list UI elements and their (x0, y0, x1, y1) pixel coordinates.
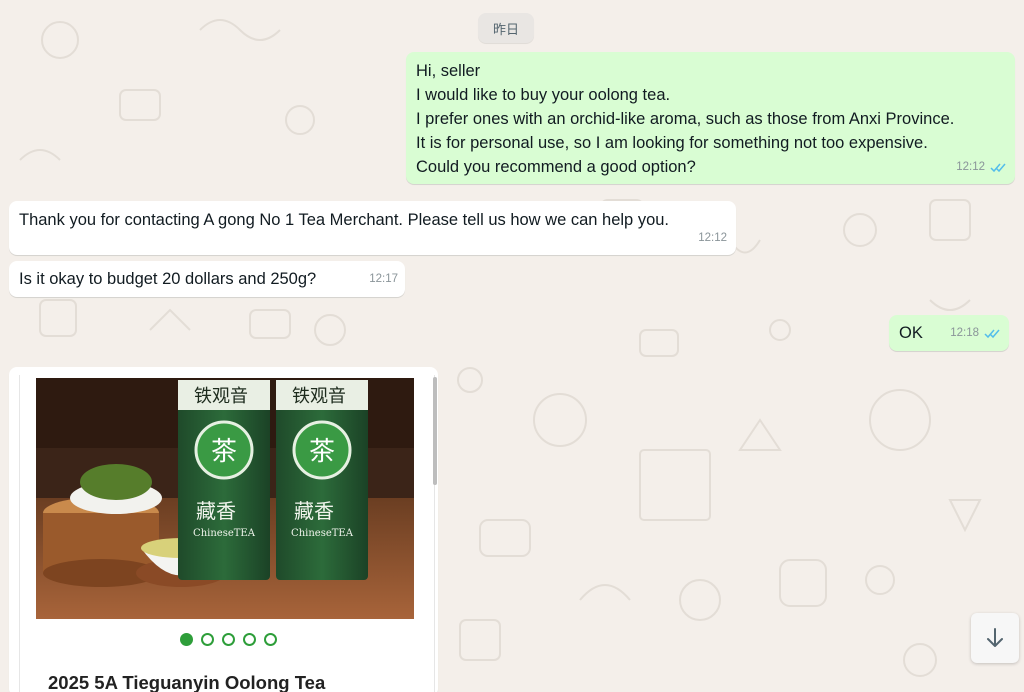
tea-product-photo: 茶 茶 铁观音 铁观音 藏香 藏香 ChineseTEA ChineseTEA (36, 378, 414, 619)
message-meta: 12:17 (369, 267, 398, 291)
message-meta: 12:12 (698, 226, 727, 250)
scroll-to-bottom-button[interactable] (971, 613, 1019, 663)
package-english: ChineseTEA (193, 528, 256, 539)
outgoing-message-bubble[interactable]: Hi, seller I would like to buy your oolo… (406, 52, 1015, 184)
message-text-line: I would like to buy your oolong tea. (416, 86, 671, 104)
package-seal-text: 茶 (211, 437, 237, 467)
package-english: ChineseTEA (291, 528, 354, 539)
package-label: 铁观音 (292, 386, 346, 407)
message-meta: 12:12 (956, 155, 1006, 179)
arrow-down-icon (987, 628, 1003, 647)
message-text-line: I prefer ones with an orchid-like aroma,… (416, 110, 955, 128)
message-text-line: Hi, seller (416, 62, 481, 80)
date-divider: 昨日 (478, 13, 534, 43)
product-card-message[interactable]: 茶 茶 铁观音 铁观音 藏香 藏香 ChineseTEA ChineseTEA … (9, 367, 438, 692)
message-time: 12:18 (950, 327, 979, 339)
message-time: 12:12 (698, 232, 727, 244)
product-title[interactable]: 2025 5A Tieguanyin Oolong Tea (48, 672, 325, 692)
incoming-message-bubble[interactable]: Is it okay to budget 20 dollars and 250g… (9, 261, 405, 297)
message-time: 12:12 (956, 161, 985, 173)
package-subtitle: 藏香 (294, 499, 334, 523)
outgoing-message-bubble[interactable]: OK 12:18 (889, 315, 1009, 351)
message-text-line: It is for personal use, so I am looking … (416, 134, 928, 152)
carousel-dot[interactable] (180, 633, 193, 646)
package-subtitle: 藏香 (196, 499, 236, 523)
package-label: 铁观音 (194, 386, 248, 407)
product-preview: 茶 茶 铁观音 铁观音 藏香 藏香 ChineseTEA ChineseTEA … (19, 375, 437, 692)
product-image[interactable]: 茶 茶 铁观音 铁观音 藏香 藏香 ChineseTEA ChineseTEA (36, 378, 414, 619)
message-text: Is it okay to budget 20 dollars and 250g… (19, 270, 317, 288)
message-time: 12:17 (369, 273, 398, 285)
package-seal-text: 茶 (309, 437, 335, 467)
carousel-dot[interactable] (264, 633, 277, 646)
carousel-dot[interactable] (243, 633, 256, 646)
message-meta: 12:18 (950, 321, 1000, 345)
incoming-message-bubble[interactable]: Thank you for contacting A gong No 1 Tea… (9, 201, 736, 255)
carousel-dot[interactable] (201, 633, 214, 646)
double-check-icon (990, 163, 1006, 172)
double-check-icon (984, 329, 1000, 338)
message-text: Thank you for contacting A gong No 1 Tea… (19, 211, 670, 229)
carousel-indicator (180, 633, 277, 646)
carousel-dot[interactable] (222, 633, 235, 646)
image-scrollbar[interactable] (433, 377, 437, 485)
message-text-line: Could you recommend a good option? (416, 158, 696, 176)
